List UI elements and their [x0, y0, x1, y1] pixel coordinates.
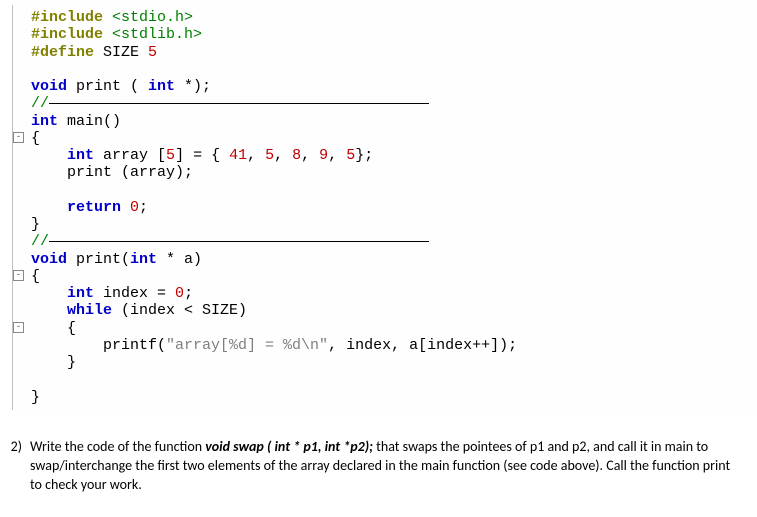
code-line: print (array);	[13, 164, 757, 181]
brace-line: - {	[13, 320, 757, 337]
keyword: int	[31, 113, 58, 130]
brace-line: -{	[13, 268, 757, 285]
keyword: return	[67, 199, 121, 216]
fold-icon[interactable]: -	[13, 132, 24, 143]
code-line: return 0;	[13, 199, 757, 216]
preproc: #include	[31, 9, 103, 26]
text-caret-line	[49, 241, 429, 242]
preproc: #include	[31, 26, 103, 43]
code-line: #define SIZE 5	[13, 44, 757, 61]
brace-line: }	[13, 354, 757, 371]
preproc: #define	[31, 44, 94, 61]
number: 5	[139, 44, 157, 61]
comment-line: //	[13, 95, 757, 112]
question-block: 2) Write the code of the function void s…	[0, 430, 757, 503]
comment-line: //	[13, 233, 757, 250]
keyword: int	[130, 251, 157, 268]
macro-name: SIZE	[94, 44, 139, 61]
blank-line	[13, 371, 757, 388]
code-line: void print(int * a)	[13, 251, 757, 268]
code-line: printf("array[%d] = %d\n", index, a[inde…	[13, 337, 757, 354]
header-name: <stdio.h>	[103, 9, 193, 26]
code-line: int index = 0;	[13, 285, 757, 302]
blank-line	[13, 182, 757, 199]
keyword: void	[31, 251, 67, 268]
code-line: int array [5] = { 41, 5, 8, 9, 5};	[13, 147, 757, 164]
brace-line: }	[13, 216, 757, 233]
question-number: 2)	[0, 438, 30, 495]
code-line: void print ( int *);	[13, 78, 757, 95]
blank-line	[13, 61, 757, 78]
keyword: int	[67, 147, 94, 164]
keyword: int	[148, 78, 175, 95]
code-line: while (index < SIZE)	[13, 302, 757, 319]
code-line: #include <stdlib.h>	[13, 26, 757, 43]
code-block: #include <stdio.h> #include <stdlib.h> #…	[12, 5, 757, 410]
fold-icon[interactable]: -	[13, 270, 24, 281]
string-literal: "array[%d] = %d\n"	[166, 337, 328, 354]
code-line: int main()	[13, 113, 757, 130]
brace-line: }	[13, 389, 757, 406]
code-line: #include <stdio.h>	[13, 9, 757, 26]
fold-icon[interactable]: -	[13, 322, 24, 333]
keyword: void	[31, 78, 67, 95]
text-caret-line	[49, 103, 429, 104]
header-name: <stdlib.h>	[103, 26, 202, 43]
function-signature: void swap ( int * p1, int *p2);	[205, 438, 373, 455]
brace-line: -{	[13, 130, 757, 147]
keyword: int	[67, 285, 94, 302]
question-text: Write the code of the function void swap…	[30, 438, 739, 495]
keyword: while	[67, 302, 112, 319]
